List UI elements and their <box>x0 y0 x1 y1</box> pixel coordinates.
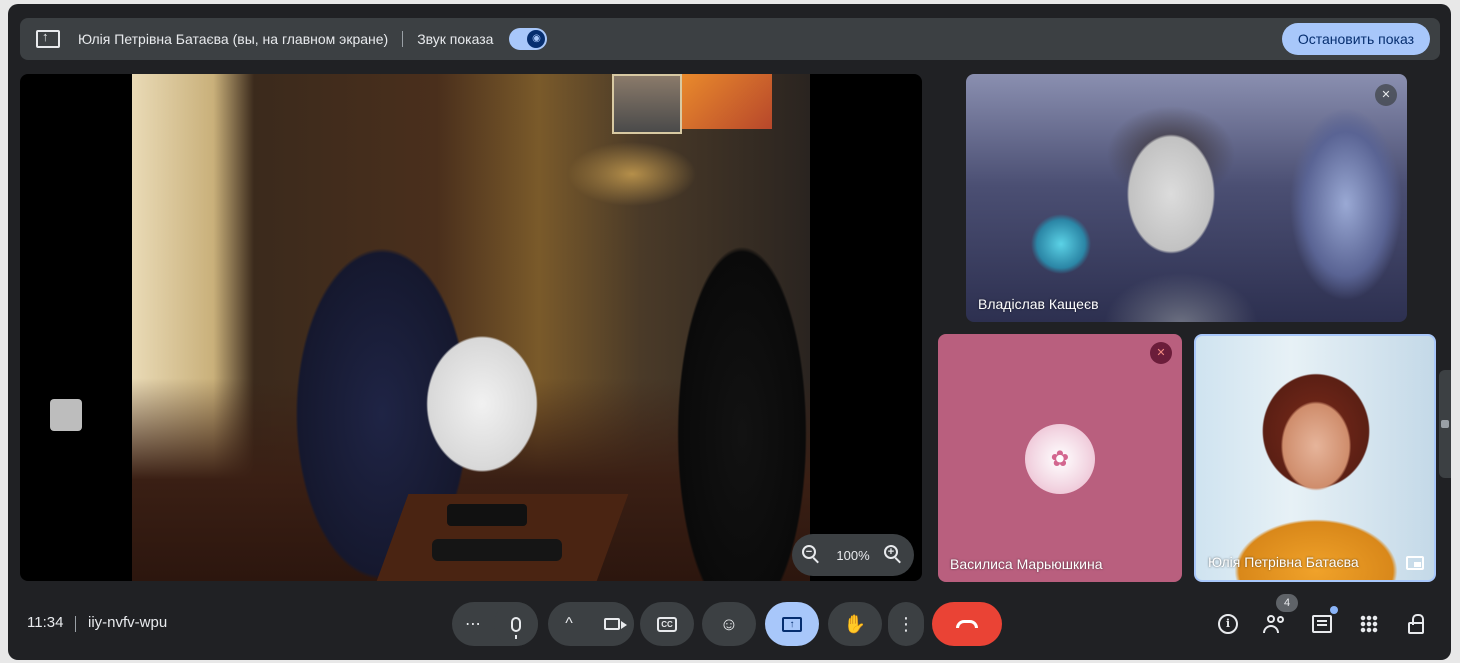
participant-name: Юлія Петрівна Батаєва <box>1208 554 1359 570</box>
present-screen-icon <box>36 29 60 48</box>
people-button[interactable] <box>1258 608 1290 640</box>
camera-icon <box>604 618 627 630</box>
bottom-control-bar: 11:34 iiy-nvfv-wpu ⋯ ^ CC ☺ ↑ ✋ ⋮ i 4 <box>8 592 1451 660</box>
participant-name: Василиса Марьюшкина <box>950 556 1103 572</box>
chat-notification-dot <box>1330 606 1338 614</box>
meeting-code: iiy-nvfv-wpu <box>88 614 168 631</box>
stop-presenting-button[interactable]: Остановить показ <box>1281 23 1430 55</box>
mic-off-icon: ✕ <box>1375 84 1397 106</box>
raise-hand-button[interactable]: ✋ <box>828 602 882 646</box>
zoom-in-icon[interactable]: + <box>884 545 904 565</box>
side-panel-handle[interactable] <box>1439 370 1451 478</box>
divider <box>402 31 404 47</box>
speaker-icon: ◉ <box>527 30 546 48</box>
hang-up-icon <box>956 620 978 628</box>
divider <box>75 616 76 632</box>
more-options-button[interactable]: ⋮ <box>888 602 924 646</box>
reactions-button[interactable]: ☺ <box>702 602 756 646</box>
picture-in-picture-icon[interactable] <box>1406 556 1424 570</box>
chat-icon <box>1312 615 1332 633</box>
wall-poster <box>682 74 772 129</box>
avatar: ✿ <box>1025 424 1095 494</box>
chevron-up-icon: ^ <box>565 615 573 632</box>
participant-tile-self[interactable]: Юлія Петрівна Батаєва <box>1194 334 1436 582</box>
wall-poster <box>612 74 682 134</box>
present-sound-label: Звук показа <box>417 31 494 47</box>
more-vert-icon: ⋮ <box>897 613 915 634</box>
video-control-group: ^ <box>548 602 634 646</box>
presenting-bar: Юлія Петрівна Батаєва (вы, на главном эк… <box>20 18 1440 60</box>
microphone-icon <box>511 616 521 639</box>
meeting-time: 11:34 <box>27 614 64 631</box>
mic-off-icon: ✕ <box>1150 342 1172 364</box>
device-on-table <box>432 539 562 561</box>
captions-button[interactable]: CC <box>640 602 694 646</box>
device-on-table <box>447 504 527 526</box>
presented-video <box>132 74 810 581</box>
leave-call-button[interactable] <box>932 602 1002 646</box>
emoji-icon: ☺ <box>719 613 739 634</box>
audio-control-group: ⋯ <box>452 602 538 646</box>
handle-dot <box>1441 420 1449 428</box>
participant-tile[interactable]: ✕ Владіслав Кащеєв <box>966 74 1407 322</box>
more-horiz-icon: ⋯ <box>465 616 481 633</box>
present-now-button[interactable]: ↑ <box>765 602 819 646</box>
info-icon: i <box>1218 614 1238 634</box>
stage-placeholder-square <box>50 399 82 431</box>
apps-grid-icon <box>1360 615 1378 633</box>
captions-icon: CC <box>657 616 677 632</box>
presenter-label: Юлія Петрівна Батаєва (вы, на главном эк… <box>78 31 389 47</box>
zoom-control: − 100% + <box>792 534 914 576</box>
participant-name: Владіслав Кащеєв <box>978 296 1099 312</box>
camera-button[interactable] <box>590 602 634 646</box>
microphone-button[interactable] <box>494 602 538 646</box>
present-sound-toggle[interactable]: ◉ <box>509 28 548 50</box>
main-stage: − 100% + <box>20 74 922 581</box>
present-screen-icon: ↑ <box>782 616 802 632</box>
meet-window: Юлія Петрівна Батаєва (вы, на главном эк… <box>8 4 1451 660</box>
video-options-button[interactable]: ^ <box>548 602 590 646</box>
host-controls-button[interactable] <box>1400 608 1432 640</box>
activities-button[interactable] <box>1353 608 1385 640</box>
people-icon <box>1263 615 1285 633</box>
zoom-out-icon[interactable]: − <box>802 545 822 565</box>
audio-options-button[interactable]: ⋯ <box>452 602 494 646</box>
meeting-details-button[interactable]: i <box>1212 608 1244 640</box>
raise-hand-icon: ✋ <box>843 613 867 634</box>
participant-tile[interactable]: ✕ ✿ Василиса Марьюшкина <box>938 334 1182 582</box>
zoom-level: 100% <box>836 547 870 563</box>
lock-icon <box>1408 614 1424 634</box>
